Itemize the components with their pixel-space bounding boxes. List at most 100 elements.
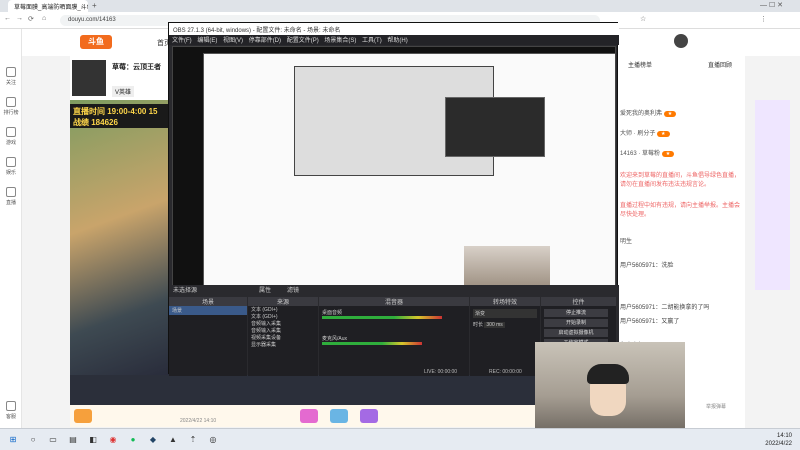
mixer-header: 混音器 (319, 297, 469, 306)
clock-time: 14:10 (776, 433, 792, 439)
transitions-header: 转场特效 (470, 297, 540, 306)
menu-item[interactable]: 配置文件(P) (287, 38, 319, 44)
clock: 14:10 2022/4/22 (765, 432, 792, 448)
virtual-camera-button[interactable]: 启动虚拟摄像机 (544, 329, 608, 337)
obs-icon[interactable]: ◎ (206, 433, 220, 447)
start-recording-button[interactable]: 开始录制 (544, 319, 608, 327)
new-tab-icon[interactable]: + (92, 1, 97, 10)
controls-header: 控件 (541, 297, 616, 306)
source-item[interactable]: 文本 (GDI+) (248, 306, 318, 313)
rank-row[interactable]: 大师 · 刷分子 ★ (620, 128, 740, 142)
folder-icon[interactable]: ▤ (66, 433, 80, 447)
menu-item[interactable]: 编辑(E) (197, 38, 217, 44)
menu-item[interactable]: 帮助(H) (387, 38, 407, 44)
gift-icon[interactable] (330, 409, 348, 423)
menu-item[interactable]: 停靠部件(D) (249, 38, 281, 44)
rail-label: 游戏 (5, 140, 16, 146)
rank-badge: ★ (663, 111, 677, 117)
duration-label: 时长 (473, 322, 484, 328)
tab-replay[interactable]: 直播回顾 (708, 60, 732, 69)
gift-icon[interactable] (74, 409, 92, 423)
report-link[interactable]: 举报弹幕 (706, 403, 726, 410)
home-icon[interactable]: ⌂ (42, 15, 46, 22)
chat-notice: 直播过程中如有违规，请向主播举报。主播会尽快处理。 (620, 203, 741, 218)
preview-nested-obs-2 (445, 97, 545, 157)
menu-item[interactable]: 场景集合(S) (324, 38, 356, 44)
rank-row[interactable]: 14163 · 草莓粉 ★ (620, 148, 740, 162)
banner-num: 184626 (91, 118, 118, 127)
rail-label: 直播 (5, 200, 16, 206)
rank-badge: ★ (661, 151, 675, 157)
taskview-icon[interactable]: ▭ (46, 433, 60, 447)
site-logo[interactable]: 斗鱼 (80, 35, 112, 49)
browser-tab[interactable]: 草莓面膜_高端防晒面膜_斗鱼... (8, 0, 88, 12)
rail-item-rank[interactable]: 排行榜 (2, 95, 20, 119)
rail-item-live[interactable]: 直播 (2, 185, 20, 209)
steam-icon[interactable]: ◆ (146, 433, 160, 447)
mixer-panel: 桌面音频 麦克风/Aux (319, 306, 469, 376)
chat-notice: 欢迎来到草莓的直播间，斗鱼倡导绿色直播，请勿在直播间发布违法违规言论。 (620, 173, 741, 188)
gift-icon[interactable] (300, 409, 318, 423)
scene-item[interactable]: 场景 (169, 306, 247, 315)
menu-icon[interactable]: ⋮ (760, 15, 767, 23)
window-controls[interactable]: — ☐ ✕ (760, 1, 783, 9)
reload-icon[interactable]: ⟳ (28, 15, 34, 23)
obs-titlebar: OBS 27.1.3 (64-bit, windows) - 配置文件: 未命名… (169, 23, 619, 35)
preview-nested-browser (203, 53, 615, 298)
obs-preview[interactable] (172, 46, 616, 301)
chat-message: 用户5605971：又赢了 (620, 319, 680, 325)
source-item[interactable]: 显示器采集 (248, 341, 318, 348)
app-icon[interactable]: ⇡ (186, 433, 200, 447)
banner-line2: 战绩 184626 (73, 117, 172, 128)
gift-icon[interactable] (360, 409, 378, 423)
streamer-avatar[interactable] (72, 60, 106, 96)
source-item[interactable]: 视频采集设备 (248, 334, 318, 341)
chrome-icon[interactable]: ● (126, 433, 140, 447)
menu-item[interactable]: 工具(T) (362, 38, 382, 44)
sources-header: 来源 (248, 297, 318, 306)
rank-row[interactable]: 爱死我的奥利弗 ★ (620, 108, 740, 122)
menu-item[interactable]: 视图(V) (223, 38, 243, 44)
rail-item-game[interactable]: 游戏 (2, 125, 20, 149)
back-icon[interactable]: ← (4, 15, 11, 22)
status-live: LIVE: 00:00:00 (424, 369, 458, 375)
rail-item-follow[interactable]: 关注 (2, 65, 20, 89)
properties-button[interactable]: 属性 (259, 285, 271, 294)
avatar[interactable] (674, 34, 688, 48)
windows-start-icon[interactable]: ⊞ (6, 433, 20, 447)
stream-timestamp: 2022/4/22 14:10 (180, 418, 217, 424)
browser-icon[interactable]: ◉ (106, 433, 120, 447)
store-icon[interactable]: ◧ (86, 433, 100, 447)
stop-stream-button[interactable]: 停止推流 (544, 309, 608, 317)
rail-item-ent[interactable]: 娱乐 (2, 155, 20, 179)
streamer-name: 草莓：云顶王者 (112, 64, 161, 71)
source-item[interactable]: 音频输入采集 (248, 327, 318, 334)
chat-message: 用户5605971：洗脸 (620, 263, 674, 269)
chat-user-row[interactable]: 明生 (620, 236, 740, 250)
side-promo[interactable] (755, 100, 790, 290)
transitions-panel: 渐变 时长 300 ms (470, 306, 540, 376)
star-icon[interactable]: ☆ (640, 15, 646, 23)
filters-button[interactable]: 滤镜 (287, 285, 299, 294)
source-item[interactable]: 音频输入采集 (248, 320, 318, 327)
rail-label: 排行榜 (3, 110, 19, 116)
streamer-tag[interactable]: V英雄 (112, 86, 135, 97)
rail-item-service[interactable]: 客服 (2, 399, 20, 423)
left-rail: 关注 排行榜 游戏 娱乐 直播 客服 (0, 29, 22, 428)
chat-message: 用户5605971：二胡能换拿的了吗 (620, 305, 710, 311)
search-icon[interactable]: ○ (26, 433, 40, 447)
transition-select[interactable]: 渐变 (473, 309, 537, 318)
menu-item[interactable]: 文件(F) (172, 38, 192, 44)
tab-rank[interactable]: 主播榜单 (628, 60, 652, 69)
sources-panel: 文本 (GDI+) 文本 (GDI+) 音频输入采集 音频输入采集 视频采集设备… (248, 306, 318, 376)
banner-label: 战绩 (73, 118, 89, 127)
mixer-channel-label: 桌面音频 (322, 310, 343, 316)
taskbar: ⊞ ○ ▭ ▤ ◧ ◉ ● ◆ ▲ ⇡ ◎ 14:10 2022/4/22 (0, 428, 800, 450)
source-item[interactable]: 文本 (GDI+) (248, 313, 318, 320)
app-icon[interactable]: ▲ (166, 433, 180, 447)
stream-video[interactable] (70, 100, 170, 400)
duration-input[interactable]: 300 ms (484, 322, 505, 328)
rail-label: 娱乐 (5, 170, 16, 176)
audio-meter (322, 316, 442, 319)
forward-icon[interactable]: → (16, 15, 23, 22)
